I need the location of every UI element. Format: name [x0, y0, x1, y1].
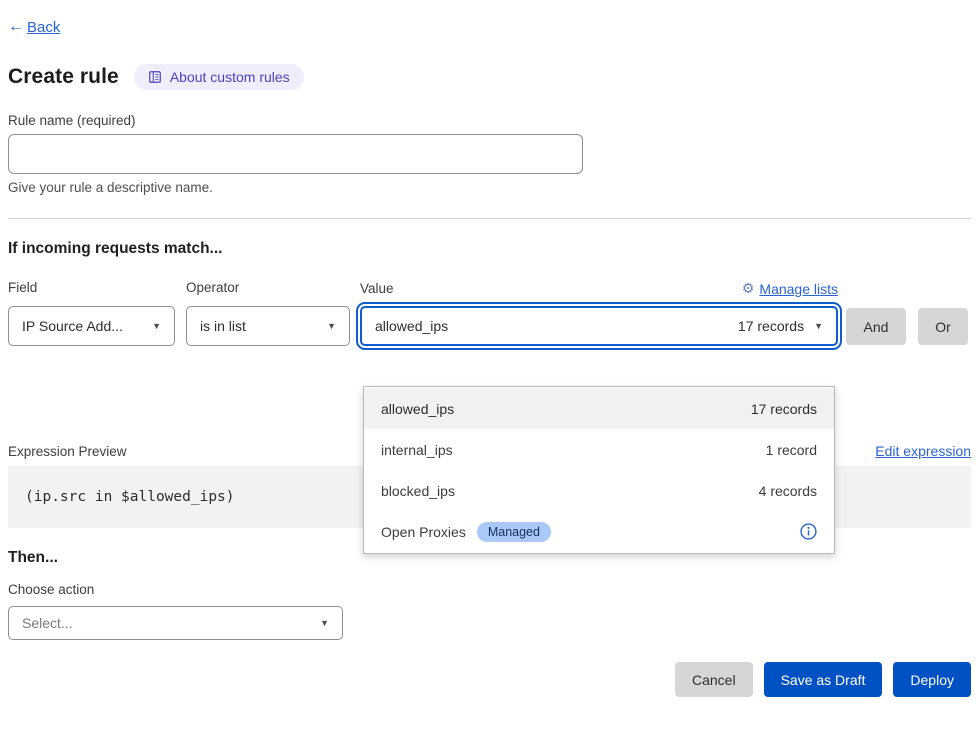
- list-option-name: internal_ips: [381, 442, 453, 458]
- back-arrow-icon: ←: [8, 19, 24, 35]
- field-select[interactable]: IP Source Add... ▼: [8, 306, 175, 346]
- chevron-down-icon: ▼: [320, 618, 329, 628]
- book-icon: [148, 70, 162, 84]
- operator-select-value: is in list: [200, 318, 246, 334]
- list-option-name: Open Proxies: [381, 524, 466, 540]
- list-option-internal-ips[interactable]: internal_ips 1 record: [364, 429, 834, 470]
- back-link[interactable]: ← Back: [8, 19, 60, 36]
- list-option-meta: 1 record: [766, 442, 817, 458]
- value-select[interactable]: allowed_ips 17 records ▼: [360, 306, 838, 346]
- action-select-placeholder: Select...: [22, 615, 73, 631]
- expression-preview-label: Expression Preview: [8, 444, 127, 459]
- field-label: Field: [8, 280, 37, 295]
- back-link-label: Back: [27, 19, 60, 36]
- manage-lists-link[interactable]: ⚙ Manage lists: [742, 280, 838, 297]
- edit-expression-link[interactable]: Edit expression: [875, 443, 971, 459]
- action-select[interactable]: Select... ▼: [8, 606, 343, 640]
- chevron-down-icon: ▼: [152, 321, 161, 331]
- chevron-down-icon: ▼: [814, 321, 823, 331]
- field-column: Field IP Source Add... ▼: [8, 280, 175, 346]
- title-row: Create rule About custom rules: [8, 64, 971, 90]
- manage-lists-label: Manage lists: [759, 281, 838, 297]
- about-custom-rules-link[interactable]: About custom rules: [134, 64, 304, 90]
- field-select-value: IP Source Add...: [22, 318, 123, 334]
- operator-select[interactable]: is in list ▼: [186, 306, 350, 346]
- match-section-heading: If incoming requests match...: [8, 240, 971, 258]
- rule-name-label: Rule name (required): [8, 113, 971, 128]
- condition-row: Field IP Source Add... ▼ Operator is in …: [8, 280, 971, 346]
- deploy-button[interactable]: Deploy: [893, 662, 971, 697]
- choose-action-label: Choose action: [8, 582, 971, 597]
- operator-column: Operator is in list ▼: [186, 280, 350, 346]
- list-option-name: allowed_ips: [381, 401, 454, 417]
- operator-label: Operator: [186, 280, 239, 295]
- page-title: Create rule: [8, 65, 119, 89]
- value-select-name: allowed_ips: [375, 318, 448, 334]
- footer-actions: Cancel Save as Draft Deploy: [8, 662, 971, 697]
- value-select-meta: 17 records: [738, 318, 804, 334]
- andor-group: And Or: [846, 308, 968, 345]
- list-option-blocked-ips[interactable]: blocked_ips 4 records: [364, 470, 834, 511]
- rule-name-input[interactable]: [8, 134, 583, 174]
- list-dropdown-panel: allowed_ips 17 records internal_ips 1 re…: [363, 386, 835, 554]
- cancel-button[interactable]: Cancel: [675, 662, 753, 697]
- list-option-meta: 17 records: [751, 401, 817, 417]
- list-option-allowed-ips[interactable]: allowed_ips 17 records: [364, 388, 834, 429]
- create-rule-page: ← Back Create rule About custom rules Ru…: [0, 0, 979, 697]
- and-button[interactable]: And: [846, 308, 906, 345]
- gear-icon: ⚙: [742, 280, 755, 297]
- about-badge-label: About custom rules: [170, 69, 290, 85]
- managed-badge: Managed: [477, 522, 551, 542]
- value-column: Value ⚙ Manage lists allowed_ips 17 reco…: [360, 280, 838, 346]
- section-divider: [8, 218, 971, 219]
- value-label: Value: [360, 281, 394, 296]
- list-option-name: blocked_ips: [381, 483, 455, 499]
- list-option-open-proxies[interactable]: Open Proxies Managed: [364, 511, 834, 552]
- rule-name-helper-text: Give your rule a descriptive name.: [8, 180, 971, 195]
- save-as-draft-button[interactable]: Save as Draft: [764, 662, 883, 697]
- info-icon[interactable]: [800, 523, 817, 540]
- or-button[interactable]: Or: [918, 308, 968, 345]
- list-option-meta: 4 records: [759, 483, 817, 499]
- chevron-down-icon: ▼: [327, 321, 336, 331]
